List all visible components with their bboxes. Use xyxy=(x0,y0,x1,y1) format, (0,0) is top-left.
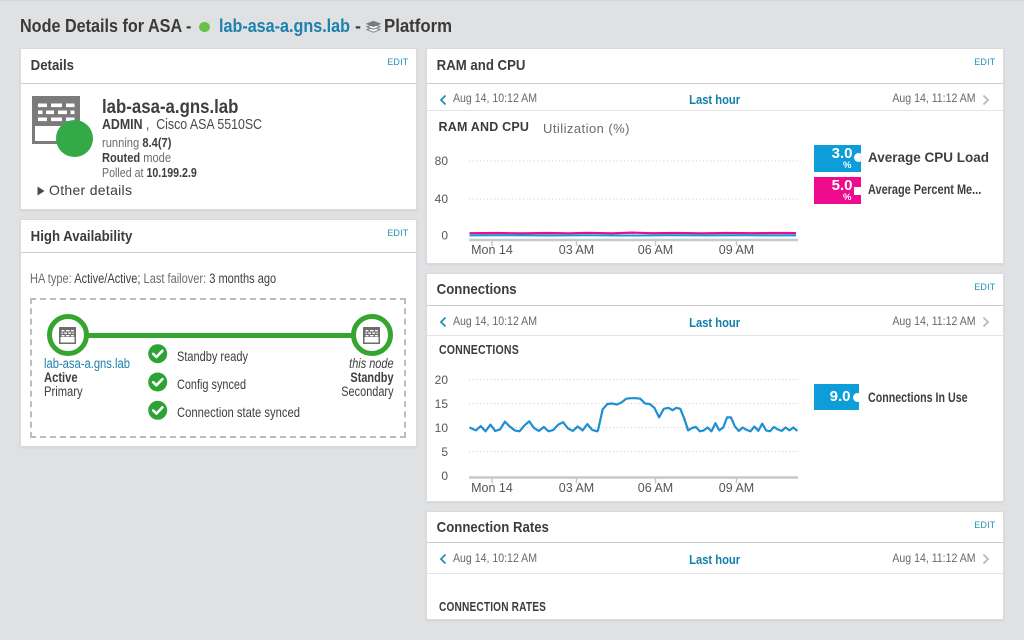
svg-text:80: 80 xyxy=(435,154,449,168)
svg-text:Mon 14: Mon 14 xyxy=(471,481,513,495)
svg-text:0: 0 xyxy=(441,229,448,243)
svg-text:10: 10 xyxy=(435,421,449,435)
svg-text:40: 40 xyxy=(435,192,449,206)
svg-text:Mon 14: Mon 14 xyxy=(471,243,513,257)
svg-text:09 AM: 09 AM xyxy=(719,481,754,495)
svg-text:03 AM: 03 AM xyxy=(559,243,594,257)
svg-text:06 AM: 06 AM xyxy=(638,481,673,495)
svg-text:06 AM: 06 AM xyxy=(638,243,673,257)
svg-text:03 AM: 03 AM xyxy=(559,481,594,495)
svg-text:20: 20 xyxy=(435,373,449,387)
svg-text:0: 0 xyxy=(441,469,448,483)
svg-text:09 AM: 09 AM xyxy=(719,243,754,257)
svg-text:15: 15 xyxy=(435,397,449,411)
svg-text:5: 5 xyxy=(441,445,448,459)
